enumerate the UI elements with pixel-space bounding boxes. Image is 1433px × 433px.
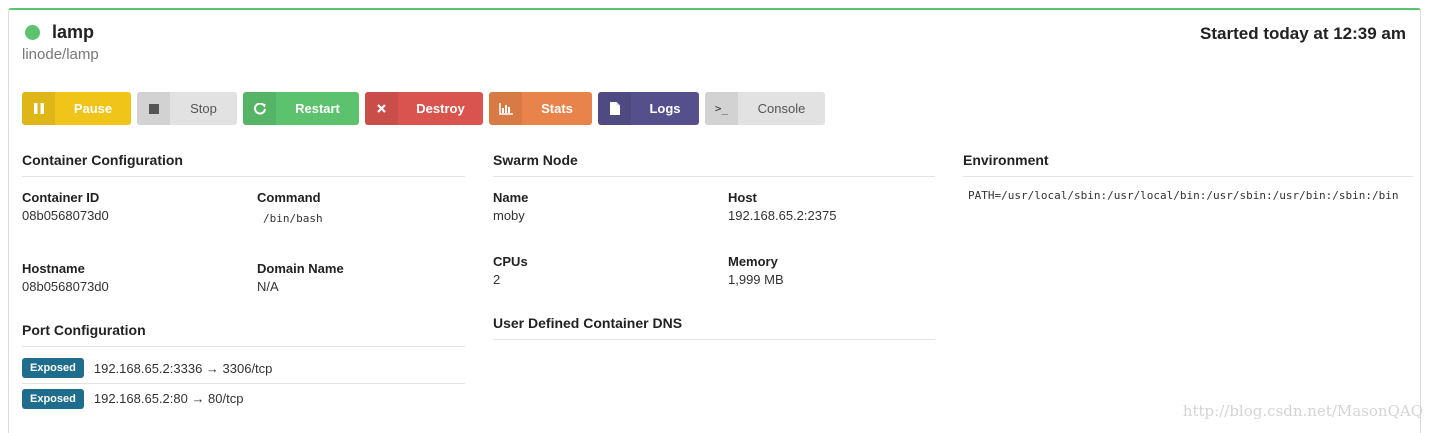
hostname-value: 08b0568073d0 xyxy=(22,279,109,294)
node-name-value: moby xyxy=(493,208,525,223)
cpus-value: 2 xyxy=(493,272,501,287)
bar-chart-icon xyxy=(489,92,522,125)
exposed-badge: Exposed xyxy=(22,358,84,378)
pause-label: Pause xyxy=(73,101,113,116)
started-time: Started today at 12:39 am xyxy=(1200,24,1406,43)
stats-button[interactable]: Stats xyxy=(489,92,592,125)
command-label: Command xyxy=(257,190,321,205)
port-mapping: 192.168.65.2:3336 → 3306/tcp xyxy=(93,360,273,376)
stop-icon xyxy=(137,92,170,125)
close-icon xyxy=(365,92,398,125)
port-mapping: 192.168.65.2:80 → 80/tcp xyxy=(93,391,244,406)
host-label: Host xyxy=(728,190,757,205)
refresh-icon xyxy=(243,92,276,125)
logs-label: Logs xyxy=(649,101,681,116)
environment-heading: Environment xyxy=(963,152,1413,177)
container-id-value: 08b0568073d0 xyxy=(22,208,109,223)
host-value: 192.168.65.2:2375 xyxy=(728,208,837,223)
logs-button[interactable]: Logs xyxy=(598,92,699,125)
command-value: /bin/bash xyxy=(263,212,323,225)
console-label: Console xyxy=(757,101,806,116)
container-configuration-heading: Container Configuration xyxy=(22,152,465,177)
stop-label: Stop xyxy=(190,101,217,116)
user-defined-dns-heading: User Defined Container DNS xyxy=(493,315,935,340)
exposed-badge: Exposed xyxy=(22,388,84,409)
domain-name-value: N/A xyxy=(257,279,279,294)
file-icon xyxy=(598,92,631,125)
container-name: lamp xyxy=(52,22,95,42)
pause-icon xyxy=(22,92,55,125)
memory-label: Memory xyxy=(728,254,778,269)
container-id-label: Container ID xyxy=(22,190,100,205)
restart-button[interactable]: Restart xyxy=(243,92,359,125)
domain-name-label: Domain Name xyxy=(257,261,344,276)
terminal-icon: >_ xyxy=(705,92,738,125)
status-running-indicator xyxy=(25,25,40,40)
node-name-label: Name xyxy=(493,190,529,205)
restart-label: Restart xyxy=(295,101,340,116)
watermark-text: http://blog.csdn.net/MasonQAQ xyxy=(1182,402,1423,420)
port-configuration-heading: Port Configuration xyxy=(22,322,465,347)
stop-button[interactable]: Stop xyxy=(137,92,237,125)
port-row: Exposed 192.168.65.2:80 → 80/tcp xyxy=(22,383,465,413)
action-toolbar: Pause Stop Restart Destroy Stats Logs >_… xyxy=(22,92,831,125)
port-row: Exposed 192.168.65.2:3336 → 3306/tcp xyxy=(22,353,465,383)
memory-value: 1,999 MB xyxy=(728,272,784,287)
cpus-label: CPUs xyxy=(493,254,528,269)
stats-label: Stats xyxy=(541,101,573,116)
destroy-label: Destroy xyxy=(416,101,465,116)
pause-button[interactable]: Pause xyxy=(22,92,131,125)
hostname-label: Hostname xyxy=(22,261,85,276)
container-image: linode/lamp xyxy=(22,46,99,63)
console-button[interactable]: >_ Console xyxy=(705,92,825,125)
destroy-button[interactable]: Destroy xyxy=(365,92,483,125)
environment-path-value: PATH=/usr/local/sbin:/usr/local/bin:/usr… xyxy=(968,189,1399,202)
swarm-node-heading: Swarm Node xyxy=(493,152,935,177)
